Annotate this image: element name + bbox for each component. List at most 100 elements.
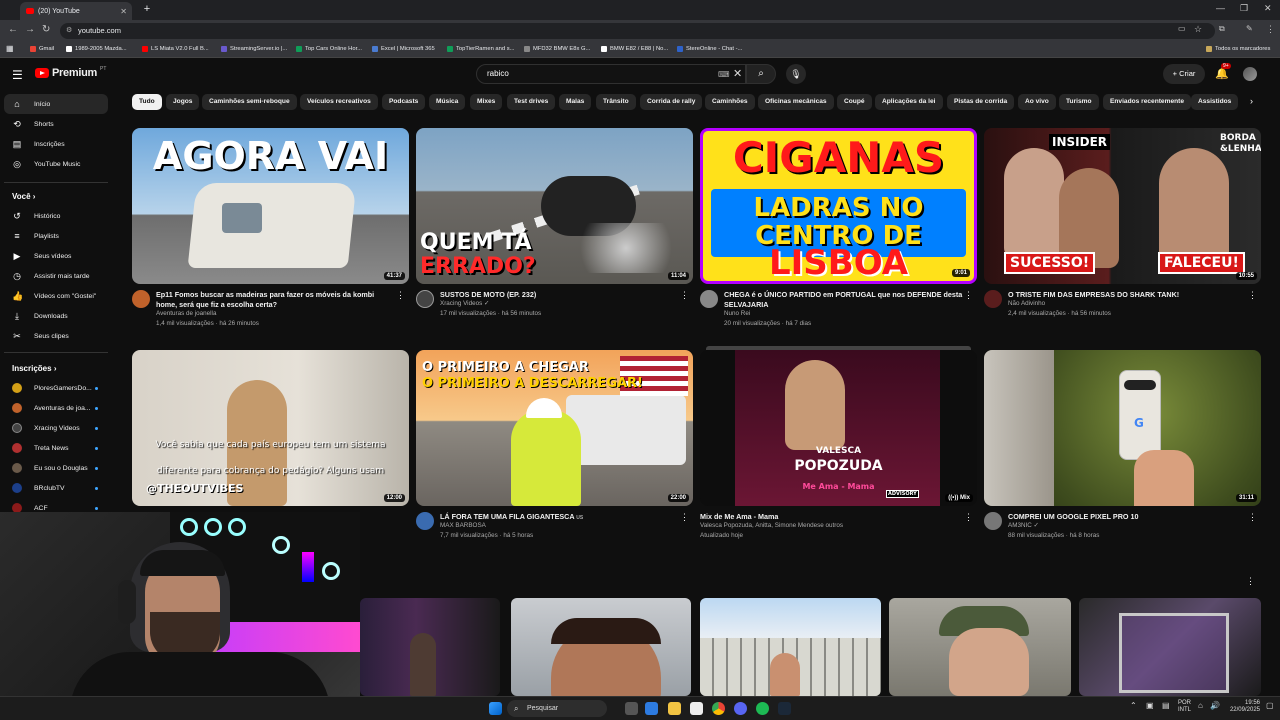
search-input[interactable]: rabico xyxy=(476,64,746,84)
bookmark-topcars[interactable]: Top Cars Online Hor... xyxy=(296,46,362,52)
channel-avatar[interactable] xyxy=(700,290,718,308)
video-card[interactable]: CIGANAS LADRAS NO CENTRO DE LISBOA 9:01 … xyxy=(700,128,977,340)
video-title[interactable]: O TRISTE FIM DAS EMPRESAS DO SHARK TANK! xyxy=(1008,290,1248,300)
chip[interactable]: Tudo xyxy=(132,94,162,110)
video-title[interactable]: COMPREI UM GOOGLE PIXEL PRO 10 xyxy=(1008,512,1248,522)
widgets-icon[interactable] xyxy=(645,702,658,715)
chip[interactable]: Música xyxy=(429,94,466,110)
language-indicator[interactable]: POR INTL xyxy=(1178,700,1191,714)
sidebar-item-downloads[interactable]: ⤓ Downloads xyxy=(4,306,108,326)
more-actions-icon[interactable]: ⋮ xyxy=(1248,512,1257,523)
account-avatar[interactable] xyxy=(1243,67,1257,81)
subscriptions-heading[interactable]: Inscrições › xyxy=(12,364,56,373)
bookmark-bmw[interactable]: BMW E82 / E88 | No... xyxy=(601,46,668,52)
tray-app-icon[interactable]: ▣ xyxy=(1146,701,1154,710)
channel-avatar[interactable] xyxy=(984,512,1002,530)
sidebar-item-seus-videos[interactable]: ▶ Seus vídeos xyxy=(4,246,108,266)
chip[interactable]: Corrida de rally xyxy=(640,94,703,110)
apps-icon[interactable]: ▦ xyxy=(6,44,14,53)
chip[interactable]: Enviados recentemente xyxy=(1103,94,1192,110)
video-card[interactable]: G 31:11 COMPREI UM GOOGLE PIXEL PRO 10 A… xyxy=(984,350,1261,562)
video-title[interactable]: Ep11 Fomos buscar as madeiras para fazer… xyxy=(156,290,396,310)
sidebar-item-assistir-mais-tarde[interactable]: ◷ Assistir mais tarde xyxy=(4,266,108,286)
bookmark-stereonline[interactable]: StereOnline - Chat -... xyxy=(677,46,742,52)
video-thumbnail[interactable]: VALESCA POPOZUDA Me Ama - Mama ADVISORY … xyxy=(700,350,977,506)
clear-search-icon[interactable]: ✕ xyxy=(733,67,742,80)
chip[interactable]: Ao vivo xyxy=(1018,94,1056,110)
browser-menu-icon[interactable]: ⋮ xyxy=(1266,24,1275,35)
notification-center-icon[interactable]: ▢ xyxy=(1266,701,1274,710)
close-window-icon[interactable]: ✕ xyxy=(1264,3,1272,14)
chip[interactable]: Turismo xyxy=(1059,94,1099,110)
task-view-icon[interactable] xyxy=(625,702,638,715)
more-actions-icon[interactable]: ⋮ xyxy=(396,290,405,301)
steam-icon[interactable] xyxy=(778,702,791,715)
sidebar-item-shorts[interactable]: ⟲ Shorts xyxy=(4,114,108,134)
sidebar-sub-item[interactable]: PloresGamersDo... xyxy=(4,378,108,398)
channel-name[interactable]: Xracing Videos ✓ xyxy=(440,300,489,307)
channel-name[interactable]: AM3NIC ✓ xyxy=(1008,522,1039,529)
video-thumbnail[interactable] xyxy=(889,598,1071,696)
chip[interactable]: Jogos xyxy=(166,94,200,110)
spotify-icon[interactable] xyxy=(756,702,769,715)
chip[interactable]: Coupé xyxy=(837,94,872,110)
extensions-icon[interactable]: ⧉ xyxy=(1219,24,1225,34)
bookmark-ramen[interactable]: TopTierRamen and s... xyxy=(447,46,514,52)
more-actions-icon[interactable]: ⋮ xyxy=(680,290,689,301)
all-bookmarks[interactable]: Todos os marcadores xyxy=(1206,46,1270,52)
sidebar-item-youtube-music[interactable]: ◎ YouTube Music xyxy=(4,154,108,174)
create-button[interactable]: + Criar xyxy=(1163,64,1205,84)
video-thumbnail[interactable]: AGORA VAI 41:37 xyxy=(132,128,409,284)
volume-icon[interactable]: 🔊 xyxy=(1210,701,1220,710)
channel-avatar[interactable] xyxy=(984,290,1002,308)
video-thumbnail[interactable] xyxy=(511,598,691,696)
clock[interactable]: 19:56 22/09/2025 xyxy=(1226,700,1260,714)
sidebar-item-videos-gostei[interactable]: 👍 Vídeos com "Gostei" xyxy=(4,286,108,306)
video-card[interactable]: INSIDER BORDA &LENHA SUCESSO! FALECEU! 1… xyxy=(984,128,1261,340)
bookmark-star-icon[interactable]: ☆ xyxy=(1194,24,1202,35)
video-title[interactable]: CHEGA é o ÚNICO PARTIDO em PORTUGAL que … xyxy=(724,290,964,310)
chrome-icon[interactable] xyxy=(712,702,725,715)
chip[interactable]: Mixes xyxy=(470,94,503,110)
video-card[interactable]: AGORA VAI 41:37 Ep11 Fomos buscar as mad… xyxy=(132,128,409,340)
more-actions-icon[interactable]: ⋮ xyxy=(964,512,973,523)
sidebar-sub-item[interactable]: BRclubTV xyxy=(4,478,108,498)
channel-name[interactable]: Aventuras de joanella xyxy=(156,310,216,317)
chip[interactable]: Pistas de corrida xyxy=(947,94,1015,110)
back-icon[interactable]: ← xyxy=(8,24,18,35)
bookmark-gmail[interactable]: Gmail xyxy=(30,46,54,52)
sidebar-item-playlists[interactable]: ≡ Playlists xyxy=(4,226,108,246)
video-thumbnail[interactable] xyxy=(700,598,881,696)
tray-app-icon[interactable]: ▤ xyxy=(1162,701,1170,710)
profile-icon[interactable]: ✎ xyxy=(1246,24,1253,33)
reload-icon[interactable]: ↻ xyxy=(42,24,50,35)
youtube-logo[interactable]: Premium PT xyxy=(35,66,106,79)
chip[interactable]: Malas xyxy=(559,94,592,110)
maximize-icon[interactable]: ❐ xyxy=(1240,3,1248,14)
shelf-more-icon[interactable]: ⋮ xyxy=(1246,576,1255,587)
url-field[interactable]: ⚙ youtube.com xyxy=(60,23,1215,39)
video-thumbnail[interactable]: QUEM TÁ ERRADO? 11:04 xyxy=(416,128,693,284)
forward-icon[interactable]: → xyxy=(25,24,35,35)
store-icon[interactable] xyxy=(690,702,703,715)
minimize-icon[interactable]: — xyxy=(1216,3,1225,13)
channel-name[interactable]: Nuno Rei xyxy=(724,310,750,317)
tray-chevron-icon[interactable]: ⌃ xyxy=(1130,701,1137,710)
new-tab-button[interactable]: + xyxy=(140,3,154,17)
video-card[interactable]: QUEM TÁ ERRADO? 11:04 SUSTOS DE MOTO (EP… xyxy=(416,128,693,340)
channel-name[interactable]: MAX BARBOSA xyxy=(440,522,486,529)
sidebar-item-historico[interactable]: ↺ Histórico xyxy=(4,206,108,226)
bookmark-streaming[interactable]: StreamingServer.io |... xyxy=(221,46,287,52)
windows-start-icon[interactable] xyxy=(489,702,502,715)
playlist-card[interactable]: VALESCA POPOZUDA Me Ama - Mama ADVISORY … xyxy=(700,346,977,562)
close-tab-icon[interactable]: ✕ xyxy=(120,7,127,16)
chip[interactable]: Oficinas mecânicas xyxy=(758,94,834,110)
sidebar-sub-item[interactable]: Aventuras de joa... xyxy=(4,398,108,418)
channel-avatar[interactable] xyxy=(416,512,434,530)
channel-avatar[interactable] xyxy=(132,290,150,308)
voice-search-button[interactable]: 🎙 xyxy=(786,64,806,84)
sidebar-sub-item[interactable]: Treta News xyxy=(4,438,108,458)
chip[interactable]: Aplicações da lei xyxy=(875,94,943,110)
more-actions-icon[interactable]: ⋮ xyxy=(680,512,689,523)
chip[interactable]: Trânsito xyxy=(596,94,636,110)
